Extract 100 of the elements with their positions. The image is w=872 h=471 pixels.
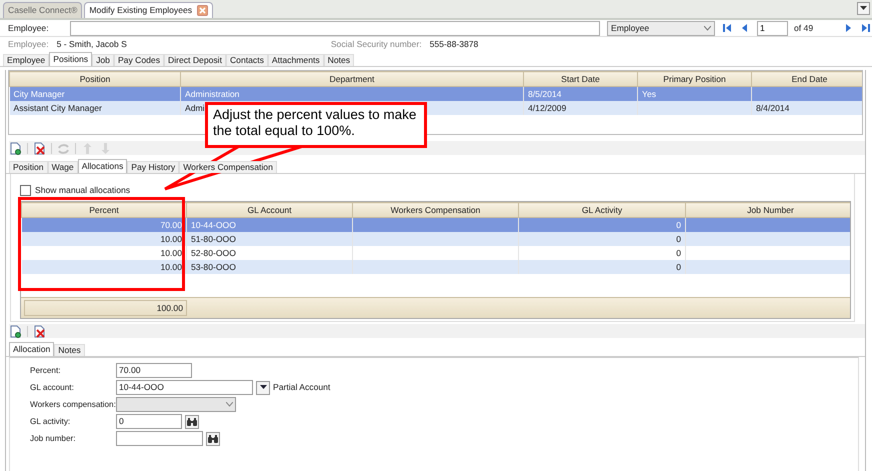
delete-icon xyxy=(33,142,46,154)
field-label: Employee: xyxy=(8,22,50,34)
refresh-icon xyxy=(57,142,70,154)
new-document-button[interactable] xyxy=(9,142,22,154)
binoculars-icon xyxy=(208,434,218,442)
first-record-button[interactable] xyxy=(721,22,733,34)
table-cell: Assistant City Manager xyxy=(14,102,102,112)
caret-icon xyxy=(704,26,711,30)
left-triangle-icon xyxy=(740,23,750,33)
field-label: GL account: xyxy=(30,382,75,393)
delete-icon xyxy=(33,324,46,338)
callout: Adjust the percent values to make the total equal to 100%. xyxy=(205,102,427,148)
column-header[interactable]: Workers Compensation xyxy=(352,202,518,218)
page-field[interactable]: 1 xyxy=(757,20,788,36)
column-header[interactable]: Position xyxy=(10,72,180,86)
tab[interactable]: Allocations xyxy=(78,159,128,173)
down-arrow-icon xyxy=(99,142,112,154)
new-document-icon xyxy=(9,142,22,154)
last-record-button[interactable] xyxy=(860,22,872,34)
table-cell: Yes xyxy=(642,88,656,98)
document-tab[interactable]: Caselle Connect® xyxy=(3,2,82,18)
column-header[interactable]: GL Account xyxy=(186,202,352,218)
column-header[interactable]: Job Number xyxy=(686,202,850,218)
table-cell: 0 xyxy=(676,248,681,258)
table-cell: 10.00 xyxy=(160,234,182,244)
delete-button[interactable] xyxy=(33,142,46,154)
document-tab[interactable]: Modify Existing Employees xyxy=(84,2,214,18)
search-type-select[interactable]: Employee xyxy=(607,20,715,36)
caret-icon xyxy=(260,385,266,390)
column-header[interactable]: Percent xyxy=(22,202,186,218)
table-cell: 4/12/2009 xyxy=(528,102,566,112)
table-cell: 0 xyxy=(676,220,681,230)
close-button[interactable] xyxy=(197,5,208,16)
ssn-value: 555-88-3878 xyxy=(430,39,478,50)
table-cell: 10.00 xyxy=(160,262,182,272)
dropdown-button[interactable] xyxy=(256,380,270,394)
table-cell: 10-44-OOO xyxy=(191,220,236,230)
binoculars-icon xyxy=(187,418,197,426)
table-cell: 8/5/2014 xyxy=(528,88,562,98)
table-cell: 8/4/2014 xyxy=(756,102,790,112)
tab[interactable]: Direct Deposit xyxy=(164,54,226,66)
tab[interactable]: Pay Codes xyxy=(114,54,164,66)
table-cell: 53-80-OOO xyxy=(191,262,236,272)
tab[interactable]: Notes xyxy=(324,54,354,66)
tab[interactable]: Notes xyxy=(54,344,85,356)
table-cell: 0 xyxy=(676,234,681,244)
table-cell: 10.00 xyxy=(160,248,182,258)
field-label: GL activity: xyxy=(30,416,72,427)
skip-to-start-icon xyxy=(722,23,732,33)
field-label: Workers compensation: xyxy=(30,399,116,410)
dropdown-button[interactable] xyxy=(857,2,870,15)
column-header[interactable]: End Date xyxy=(752,72,862,86)
input-field[interactable]: 0 xyxy=(116,414,182,429)
table-cell: 70.00 xyxy=(160,220,182,230)
column-header[interactable]: Start Date xyxy=(524,72,638,86)
tab[interactable]: Wage xyxy=(48,161,78,173)
tab[interactable]: Employee xyxy=(3,54,50,66)
input-field[interactable]: 70.00 xyxy=(116,363,192,378)
page-count: of 49 xyxy=(794,22,814,34)
input-field[interactable] xyxy=(116,431,203,446)
table-cell: City Manager xyxy=(14,88,65,98)
table-cell: 0 xyxy=(676,262,681,272)
tab[interactable]: Job xyxy=(92,54,114,66)
field-label: Job number: xyxy=(30,433,77,444)
total-cell: 100.00 xyxy=(24,300,187,316)
up-arrow-icon xyxy=(81,142,94,154)
caret-icon xyxy=(226,402,233,407)
column-header[interactable]: Primary Position xyxy=(638,72,752,86)
caret-icon xyxy=(860,6,867,11)
field-note: Partial Account xyxy=(273,382,330,393)
delete-button[interactable] xyxy=(33,324,46,338)
tab[interactable]: Position xyxy=(9,161,48,173)
tab[interactable]: Attachments xyxy=(268,54,324,66)
skip-to-end-icon xyxy=(861,23,871,33)
column-header[interactable]: GL Activity xyxy=(518,202,686,218)
column-header[interactable]: Department xyxy=(180,72,524,86)
field-label: Percent: xyxy=(30,365,62,376)
table-row[interactable]: 10.00 51-80-OOO 0 xyxy=(22,232,850,246)
checkbox-label: Show manual allocations xyxy=(35,184,130,196)
employee-name: 5 - Smith, Jacob S xyxy=(56,39,127,50)
checkbox[interactable] xyxy=(20,184,31,196)
right-triangle-icon xyxy=(843,23,853,33)
table-cell: Admi xyxy=(185,102,205,112)
new-document-icon xyxy=(9,324,22,338)
new-document-button[interactable] xyxy=(9,324,22,338)
table-cell: 51-80-OOO xyxy=(191,234,236,244)
lookup-button[interactable] xyxy=(206,432,220,446)
tab[interactable]: Positions xyxy=(49,52,92,66)
close-icon xyxy=(199,7,206,14)
table-cell: 52-80-OOO xyxy=(191,248,236,258)
input-field[interactable]: 10-44-OOO xyxy=(116,380,253,395)
table-row[interactable]: 10.00 53-80-OOO 0 xyxy=(22,260,850,274)
search-field[interactable] xyxy=(70,20,600,36)
info-label: Social Security number: xyxy=(330,39,422,50)
tab[interactable]: Contacts xyxy=(226,54,268,66)
lookup-button[interactable] xyxy=(185,414,199,428)
table-cell: Administration xyxy=(185,88,240,98)
tab[interactable]: Workers Compensation xyxy=(179,161,277,173)
tab[interactable]: Allocation xyxy=(9,342,54,356)
tab[interactable]: Pay History xyxy=(127,161,180,173)
